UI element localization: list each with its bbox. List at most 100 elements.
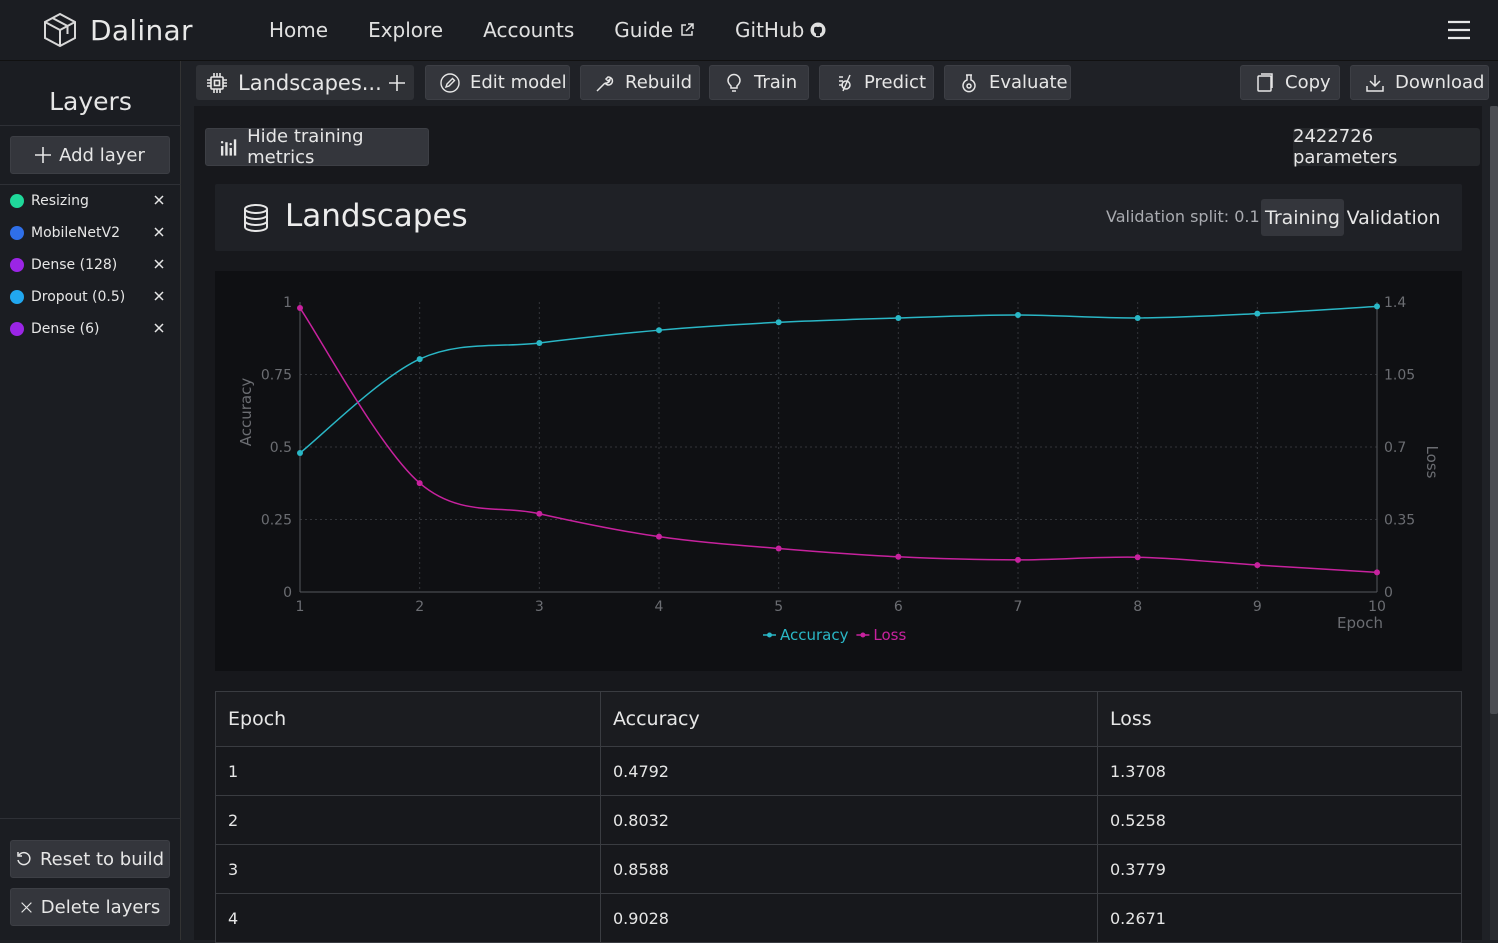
layer-label: Resizing: [31, 193, 89, 209]
plus-icon: [35, 147, 52, 163]
layer-color-dot: [10, 322, 24, 336]
right-tick-label: 1.05: [1384, 368, 1415, 384]
left-tick-label: 0.75: [261, 368, 292, 384]
hide-training-metrics-button[interactable]: Hide training metrics: [205, 126, 429, 168]
layer-item-dropout[interactable]: Dropout (0.5): [10, 282, 170, 312]
data-point-accuracy: [1374, 303, 1380, 310]
download-label: Download: [1395, 72, 1485, 93]
layer-item-mobilenetv2[interactable]: MobileNetV2: [10, 218, 170, 248]
layer-item-dense-6[interactable]: Dense (6): [10, 314, 170, 344]
chart-svg: 1 2 3 4 5 6 7 8 9 1000.250.50.75100.350.71.051.4A…: [237, 295, 1441, 644]
scrollbar-thumb[interactable]: [1490, 106, 1498, 714]
data-point-loss: [1015, 556, 1021, 563]
remove-layer-icon[interactable]: [152, 225, 166, 239]
nav-home[interactable]: Home: [269, 18, 328, 42]
series-line-accuracy: [299, 305, 1378, 454]
right-tick-label: 0.7: [1384, 440, 1406, 456]
layer-item-resizing[interactable]: Resizing: [10, 186, 170, 216]
data-point-loss: [895, 553, 902, 560]
layer-label: MobileNetV2: [31, 225, 120, 241]
copy-button[interactable]: Copy: [1240, 65, 1340, 100]
col-epoch: Epoch: [215, 691, 601, 747]
table-row: 3 0.8588 0.3779: [215, 844, 1462, 894]
x-tick-label: 8: [1133, 599, 1142, 615]
layer-color-dot: [10, 194, 24, 208]
data-point-accuracy: [1015, 312, 1021, 319]
remove-layer-icon[interactable]: [152, 193, 166, 207]
edit-model-button[interactable]: Edit model: [425, 65, 570, 100]
nav-explore[interactable]: Explore: [368, 18, 443, 42]
legend-swatch-dot: [860, 632, 866, 638]
github-icon: [810, 22, 826, 38]
left-tick-label: 0.5: [270, 440, 292, 456]
predict-button[interactable]: Predict: [819, 65, 934, 100]
layer-item-dense-128[interactable]: Dense (128): [10, 250, 170, 280]
right-tick-label: 1.4: [1384, 295, 1406, 311]
x-tick-label: 4: [655, 599, 664, 615]
col-accuracy: Accuracy: [600, 691, 1098, 747]
evaluate-button[interactable]: Evaluate: [944, 65, 1071, 100]
layer-label: Dense (128): [31, 257, 118, 273]
divider: [0, 184, 181, 185]
evaluate-label: Evaluate: [989, 72, 1068, 93]
close-icon: [20, 901, 32, 913]
data-point-accuracy: [416, 356, 423, 363]
train-button[interactable]: Train: [709, 65, 809, 100]
rebuild-label: Rebuild: [625, 72, 693, 93]
data-point-loss: [297, 305, 303, 312]
validation-split: Validation split: 0.1: [1106, 207, 1260, 226]
tab-training[interactable]: Training: [1261, 199, 1344, 236]
new-model-plus-icon[interactable]: [388, 74, 406, 92]
metrics-table: Epoch Accuracy Loss 1 0.4792 1.3708 2 0.…: [215, 691, 1462, 943]
legend-label: Loss: [873, 626, 906, 644]
model-name: Landscapes...: [238, 70, 382, 95]
data-point-loss: [536, 510, 543, 517]
data-point-accuracy: [1254, 310, 1261, 317]
tab-validation[interactable]: Validation: [1346, 199, 1441, 236]
data-point-accuracy: [775, 319, 782, 326]
download-button[interactable]: Download: [1350, 65, 1489, 100]
dataset-header: Landscapes Validation split: 0.1 Trainin…: [215, 184, 1462, 251]
add-layer-label: Add layer: [59, 144, 145, 166]
training-chart: 1 2 3 4 5 6 7 8 9 10 0 0.25 0.5 0.75 1 0 0.35 0.7 1.05 1.4 A…: [215, 271, 1462, 671]
cell-accuracy: 0.8588: [600, 844, 1098, 894]
copy-icon: [1257, 72, 1273, 92]
dataset-title: Landscapes: [285, 198, 468, 234]
delete-layers-button[interactable]: Delete layers: [10, 888, 170, 926]
col-loss: Loss: [1097, 691, 1462, 747]
cell-epoch: 2: [215, 795, 601, 845]
x-tick-label: 6: [894, 599, 903, 615]
nav-guide[interactable]: Guide: [614, 18, 695, 42]
external-link-icon: [681, 23, 694, 36]
data-point-loss: [1374, 569, 1380, 576]
edit-icon: [440, 72, 460, 93]
remove-layer-icon[interactable]: [152, 257, 166, 271]
data-point-accuracy: [656, 327, 662, 334]
data-point-accuracy: [1134, 314, 1141, 321]
top-navbar: Dalinar Home Explore Accounts Guide GitH…: [0, 0, 1498, 61]
table-header-row: Epoch Accuracy Loss: [215, 691, 1462, 747]
remove-layer-icon[interactable]: [152, 289, 166, 303]
add-layer-button[interactable]: Add layer: [10, 136, 170, 174]
reset-to-build-button[interactable]: Reset to build: [10, 840, 170, 878]
brand[interactable]: Dalinar: [42, 12, 229, 48]
nav-github[interactable]: GitHub: [735, 18, 826, 42]
remove-layer-icon[interactable]: [152, 321, 166, 335]
left-tick-label: 1: [283, 295, 292, 311]
database-icon: [244, 204, 268, 232]
data-point-loss: [1254, 562, 1261, 569]
reset-label: Reset to build: [39, 848, 165, 870]
x-tick-label: 1: [296, 599, 305, 615]
cell-epoch: 1: [215, 746, 601, 796]
nav-guide-label: Guide: [614, 18, 674, 42]
rebuild-button[interactable]: Rebuild: [580, 65, 700, 100]
model-tab[interactable]: Landscapes...: [196, 65, 414, 100]
data-point-accuracy: [895, 314, 902, 321]
nav-accounts[interactable]: Accounts: [483, 18, 574, 42]
cell-epoch: 3: [215, 844, 601, 894]
layers-sidebar: Layers Add layer Resizing MobileNetV2 De…: [0, 61, 181, 940]
hamburger-menu-icon[interactable]: [1448, 20, 1470, 40]
wrench-icon: [596, 75, 614, 92]
right-axis-label: Loss: [1423, 446, 1441, 479]
divider: [0, 125, 181, 126]
